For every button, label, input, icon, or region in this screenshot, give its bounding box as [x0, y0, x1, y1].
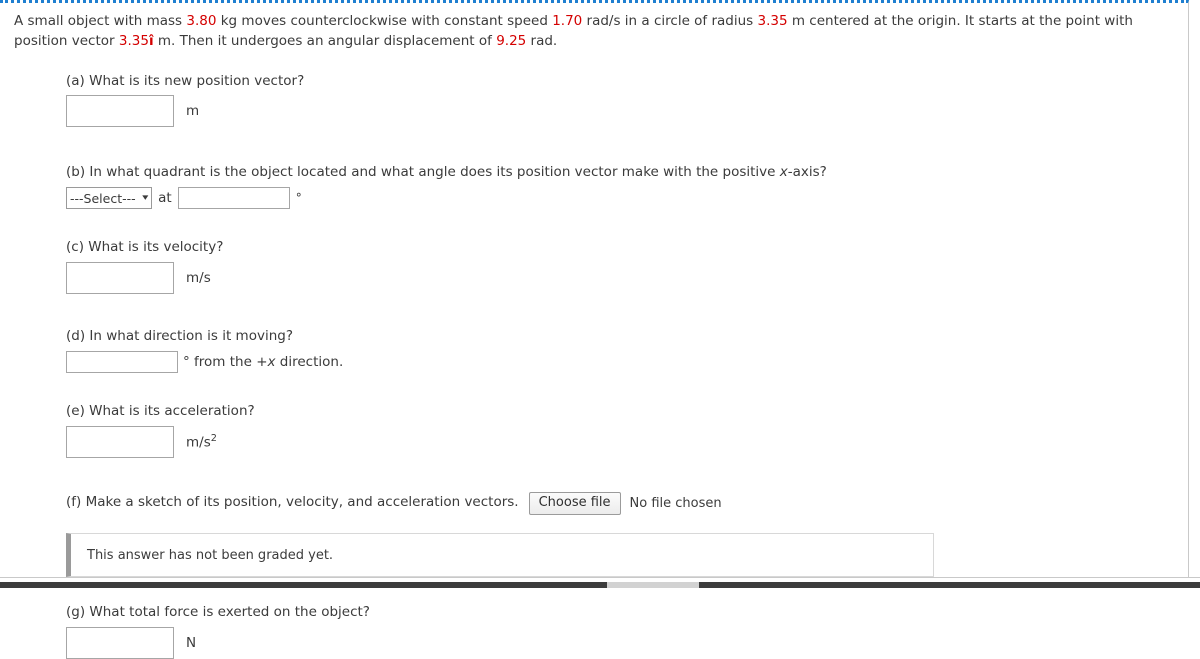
part-d-degree-symbol: ° [183, 354, 190, 371]
radius-value: 3.35 [757, 13, 788, 29]
part-d-unit-x: x [267, 354, 276, 371]
part-b-degree-symbol: ° [295, 191, 302, 206]
part-e-input[interactable] [66, 425, 174, 458]
part-b-at-label: at [158, 190, 172, 207]
part-b-label-pre: (b) In what quadrant is the object locat… [66, 164, 780, 181]
part-a-input[interactable] [66, 95, 174, 128]
part-b-select-wrapper: ---Select--- ▾ [66, 187, 153, 210]
bottom-divider [0, 577, 1200, 578]
quadrant-select[interactable]: ---Select--- ▾ [66, 187, 153, 210]
part-g-answer-row: N [66, 627, 1187, 659]
part-f-row: (f) Make a sketch of its position, veloc… [66, 491, 1187, 516]
part-d-input[interactable] [66, 351, 178, 374]
part-c-input[interactable] [66, 262, 174, 295]
part-f-label: (f) Make a sketch of its position, veloc… [66, 493, 519, 510]
part-e-unit-exponent: 2 [210, 433, 217, 445]
part-e: (e) What is its acceleration? m/s2 [66, 402, 1187, 458]
part-b: (b) In what quadrant is the object locat… [66, 163, 1187, 210]
question-content: A small object with mass 3.80 kg moves c… [0, 6, 1187, 659]
part-b-answer-row: ---Select--- ▾ at ° [66, 187, 1187, 210]
part-c: (c) What is its velocity? m/s [66, 238, 1187, 295]
horizontal-scrollbar-track[interactable] [0, 582, 1200, 588]
part-c-label: (c) What is its velocity? [66, 239, 224, 256]
part-g-input[interactable] [66, 627, 174, 659]
part-e-answer-row: m/s2 [66, 425, 1187, 458]
part-g-unit: N [186, 635, 197, 652]
quadrant-select-value: ---Select--- [70, 190, 136, 206]
part-b-label-post: -axis? [787, 164, 827, 181]
mass-value: 3.80 [186, 13, 217, 29]
part-b-label-x: x [779, 164, 788, 181]
part-d: (d) In what direction is it moving? ° fr… [66, 327, 1187, 374]
angular-displacement-value: 9.25 [496, 33, 527, 50]
chevron-down-icon: ▾ [141, 192, 148, 203]
position-vector-value: 3.35 [118, 33, 149, 50]
part-c-answer-row: m/s [66, 262, 1187, 295]
part-e-unit-base: m/s [186, 434, 211, 451]
part-f: (f) Make a sketch of its position, veloc… [66, 491, 1187, 578]
problem-text-end: rad. [526, 33, 558, 50]
part-b-angle-input[interactable] [177, 187, 290, 210]
grading-notice-box: This answer has not been graded yet. [66, 533, 934, 578]
file-upload-control: Choose file No file chosen [528, 491, 722, 516]
problem-text-mid-2: rad/s in a circle of radius [582, 13, 758, 29]
part-d-unit-pre: from the + [189, 354, 268, 371]
choose-file-button[interactable]: Choose file [528, 491, 621, 516]
part-d-label: (d) In what direction is it moving? [66, 328, 293, 345]
part-c-unit: m/s [186, 270, 211, 287]
problem-statement: A small object with mass 3.80 kg moves c… [14, 11, 1175, 52]
horizontal-scrollbar-thumb[interactable] [607, 582, 699, 588]
part-d-unit: ° from the +x direction. [183, 354, 343, 370]
part-a-answer-row: m [66, 95, 1187, 128]
grading-notice-text: This answer has not been graded yet. [87, 547, 334, 563]
part-g: (g) What total force is exerted on the o… [66, 603, 1187, 659]
problem-text-mid-1: kg moves counterclockwise with constant … [216, 13, 553, 29]
part-e-unit: m/s2 [186, 433, 217, 451]
problem-text-mid-4: m. Then it undergoes an angular displace… [153, 33, 497, 50]
part-g-label: (g) What total force is exerted on the o… [66, 604, 370, 621]
part-d-unit-post: direction. [275, 354, 344, 371]
question-page-frame: A small object with mass 3.80 kg moves c… [0, 0, 1189, 659]
part-d-answer-row: ° from the +x direction. [66, 351, 1187, 374]
part-b-label: (b) In what quadrant is the object locat… [66, 163, 1187, 182]
part-a-label: (a) What is its new position vector? [66, 72, 305, 89]
speed-value: 1.70 [552, 13, 583, 29]
part-e-label: (e) What is its acceleration? [66, 403, 255, 420]
part-a-unit: m [186, 103, 200, 120]
no-file-chosen-text: No file chosen [629, 496, 722, 512]
problem-text-pre-mass: A small object with mass [14, 13, 187, 29]
part-a: (a) What is its new position vector? m [66, 72, 1187, 128]
